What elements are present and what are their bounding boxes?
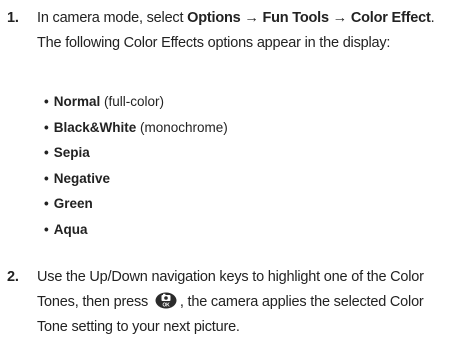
color-effect-options-list: • Normal (full-color) • Black&White (monoc… xyxy=(44,89,228,242)
svg-text:OK: OK xyxy=(162,303,170,309)
manual-page: 1. In camera mode, select Options → Fun … xyxy=(0,0,457,360)
option-negative: • Negative xyxy=(44,166,228,192)
option-name: Sepia xyxy=(53,145,90,160)
option-aqua: • Aqua xyxy=(44,217,228,243)
bullet-icon: • xyxy=(44,119,49,135)
step-1-menu-path: Options → Fun Tools → Color Effect xyxy=(187,10,431,26)
bullet-icon: • xyxy=(44,145,49,160)
bullet-icon: • xyxy=(44,221,49,237)
bullet-icon: • xyxy=(44,94,49,109)
option-black-white: • Black&White (monochrome) xyxy=(44,115,228,141)
option-name: Negative xyxy=(53,170,111,186)
camera-ok-key-icon: OK xyxy=(155,292,177,309)
option-note: (monochrome) xyxy=(136,119,228,135)
step-1-text: In camera mode, select Options → Fun Too… xyxy=(37,6,453,56)
option-name: Normal xyxy=(53,94,101,109)
step-1-prefix: In camera mode, select xyxy=(37,10,188,26)
option-normal: • Normal (full-color) xyxy=(44,89,228,115)
step-2-number: 2. xyxy=(7,269,19,285)
option-sepia: • Sepia xyxy=(44,140,228,166)
option-name: Green xyxy=(53,196,93,211)
bullet-icon: • xyxy=(44,170,49,186)
step-1-number: 1. xyxy=(7,10,19,26)
step-2-text: Use the Up/Down navigation keys to highl… xyxy=(37,265,453,340)
option-name: Black&White xyxy=(53,119,137,135)
option-green: • Green xyxy=(44,191,228,217)
option-note: (full-color) xyxy=(100,94,165,109)
option-name: Aqua xyxy=(53,221,88,237)
bullet-icon: • xyxy=(44,196,49,211)
